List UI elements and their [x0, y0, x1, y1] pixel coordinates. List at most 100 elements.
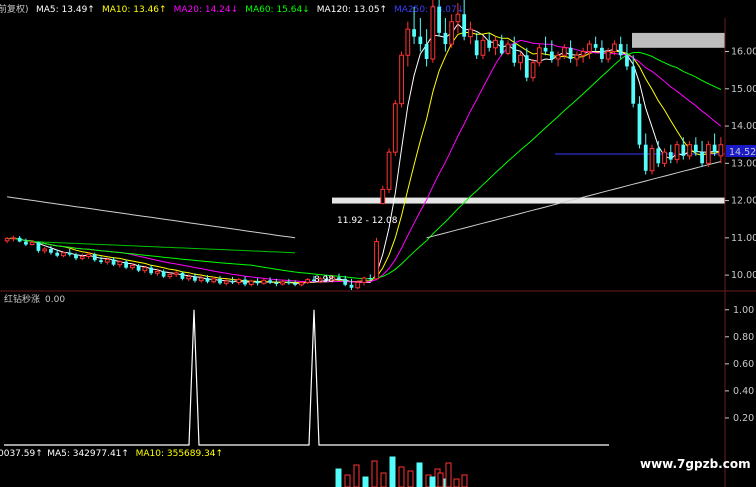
candle[interactable]: [374, 237, 379, 280]
candle[interactable]: [530, 58, 536, 82]
candle-body: [455, 13, 461, 23]
candle-body: [293, 283, 298, 285]
ma-legend-item: MA120: 13.05↑: [317, 5, 387, 15]
candle-body: [618, 44, 623, 56]
candle-body: [355, 282, 361, 289]
indicator-tick-label: 1.00: [733, 305, 754, 316]
indicator-panel[interactable]: 红钻秒涨 0.00 1.00 0.80 0.60 0.40 0.20: [4, 293, 754, 446]
volume-bar: [362, 476, 369, 487]
candle[interactable]: [536, 44, 542, 67]
volume-bar: [437, 472, 444, 487]
candle-body: [700, 152, 704, 164]
candle-body: [261, 279, 267, 284]
candle-body: [693, 144, 698, 153]
volume-legend-item: 0037.59↑: [0, 449, 43, 459]
candle-body: [343, 278, 348, 285]
volume-bar: [335, 468, 342, 487]
candle[interactable]: [649, 144, 655, 175]
candle-body: [705, 144, 711, 164]
candle-body: [198, 277, 204, 282]
candle[interactable]: [637, 96, 642, 149]
period-label: 前复权): [0, 3, 29, 15]
candle-body: [600, 47, 604, 59]
candle-body: [186, 276, 192, 280]
candle-body: [474, 40, 479, 56]
candle[interactable]: [386, 148, 392, 194]
candle-body: [568, 47, 573, 59]
indicator-line: [4, 309, 609, 446]
candle-body: [449, 21, 455, 45]
candle-body: [468, 28, 473, 38]
low-price-label: 8.98: [314, 275, 334, 285]
volume-bar: [445, 462, 452, 487]
volume-legend-item: MA5: 342977.41↑: [47, 449, 129, 459]
candle-body: [243, 279, 247, 285]
candle-body: [61, 252, 66, 257]
candle-body: [480, 39, 486, 56]
candle-body: [512, 44, 517, 63]
candle-body: [4, 238, 10, 242]
candle-body: [99, 260, 103, 263]
volume-bar: [461, 474, 468, 487]
candle-body: [36, 242, 41, 251]
candle[interactable]: [399, 51, 404, 108]
gap-range-label: 11.92 - 12.08: [337, 216, 398, 226]
candle-body: [155, 270, 160, 274]
candle-body: [549, 51, 554, 59]
candle-body: [67, 252, 72, 255]
candle-body: [337, 277, 341, 279]
candle[interactable]: [480, 36, 486, 59]
candle-body: [587, 43, 592, 53]
candle-body: [524, 55, 529, 78]
candle-body: [268, 280, 272, 283]
volume-bar: [398, 466, 405, 487]
volume-bar: [453, 478, 460, 487]
price-tick-label: 13.00: [731, 158, 756, 169]
candle-body: [643, 144, 648, 171]
candle-body: [286, 281, 291, 284]
volume-bar: [344, 474, 351, 487]
candle-body: [255, 281, 260, 284]
volume-bar: [429, 476, 436, 487]
candle-body: [681, 144, 686, 156]
candle-body: [555, 54, 561, 60]
candle-body: [49, 249, 53, 253]
indicator-tick-label: 0.60: [733, 359, 754, 370]
volume-bar: [407, 470, 414, 487]
candle-body: [493, 39, 498, 49]
indicator-title: 红钻秒涨: [4, 293, 40, 305]
candle-body: [11, 237, 16, 240]
candle-body: [349, 284, 354, 288]
candle-body: [668, 152, 673, 160]
price-ticks: 16.00 15.00 14.00 13.00 12.00 11.00 10.00: [725, 47, 756, 281]
volume-panel[interactable]: 0037.59↑ MA5: 342977.41↑ MA10: 355689.34↑: [0, 449, 468, 487]
candle-body: [499, 40, 504, 54]
candle-body: [487, 40, 492, 48]
candle-body: [180, 272, 185, 279]
price-tick-label: 10.00: [731, 270, 756, 281]
volume-bar: [389, 456, 396, 487]
candle-body: [361, 277, 367, 284]
candle[interactable]: [705, 140, 711, 168]
price-panel[interactable]: 8.98 11.92 - 12.08: [0, 0, 725, 290]
candle-body: [386, 151, 392, 190]
candle-body: [211, 278, 217, 283]
price-tick-label: 14.00: [731, 121, 756, 132]
watermark-text: www.7gpzb.com: [640, 457, 751, 471]
candle[interactable]: [392, 99, 398, 156]
candle-body: [136, 265, 141, 271]
candle-body: [230, 281, 235, 283]
candle-body: [418, 36, 423, 45]
candle-body: [368, 278, 373, 280]
candle-body: [574, 54, 580, 60]
candle-body: [104, 258, 110, 263]
candle-body: [218, 278, 222, 284]
candle-body: [674, 144, 680, 161]
candle[interactable]: [430, 0, 436, 63]
candle[interactable]: [674, 140, 680, 164]
candle-body: [561, 47, 567, 56]
candle-body: [29, 241, 35, 246]
stock-chart[interactable]: 前复权) MA5: 13.49↑ MA10: 13.46↑ MA20: 14.24↓…: [0, 0, 756, 487]
candle-body: [236, 279, 242, 284]
candle-body: [55, 252, 60, 256]
